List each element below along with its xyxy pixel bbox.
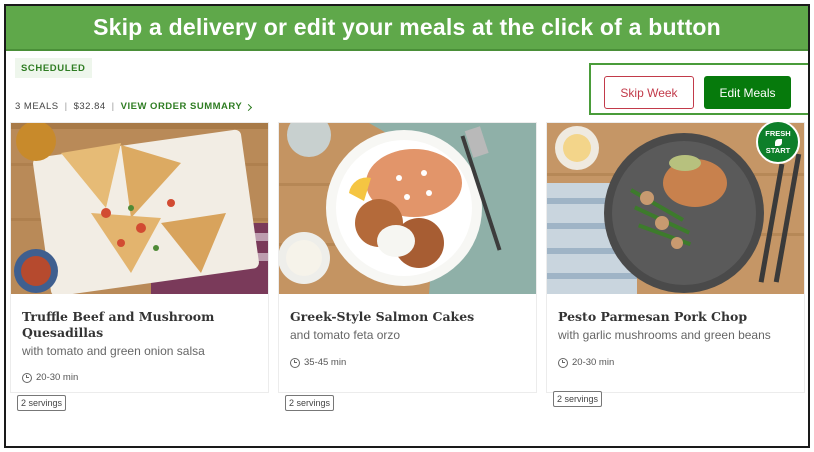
meal-title: Truffle Beef and Mushroom Quesadillas <box>22 309 215 340</box>
view-order-summary-label: VIEW ORDER SUMMARY <box>120 101 243 112</box>
prep-time-value: 20-30 min <box>36 372 79 383</box>
badge-line-2: START <box>765 145 791 155</box>
clock-icon <box>22 372 32 383</box>
order-summary-line: 3 MEALS | $32.84 | VIEW ORDER SUMMARY <box>15 101 253 112</box>
caption-banner: Skip a delivery or edit your meals at th… <box>6 6 808 51</box>
servings-badge: 2 servings <box>17 395 67 411</box>
order-status-badge: SCHEDULED <box>15 58 92 78</box>
meal-title: Greek-Style Salmon Cakes <box>290 309 475 324</box>
meal-card[interactable]: Pesto Parmesan Pork Chop with garlic mus… <box>547 123 804 392</box>
meal-subtitle: with tomato and green onion salsa <box>22 344 205 358</box>
separator: | <box>64 101 68 112</box>
meal-title: Pesto Parmesan Pork Chop <box>558 309 748 324</box>
meal-card[interactable]: Greek-Style Salmon Cakes and tomato feta… <box>279 123 536 392</box>
prep-time-value: 35-45 min <box>304 357 347 368</box>
edit-meals-button[interactable]: Edit Meals <box>704 76 791 109</box>
leaf-icon <box>774 138 782 146</box>
meal-photo <box>11 123 268 294</box>
clock-icon <box>558 357 568 368</box>
servings-badge: 2 servings <box>553 391 603 407</box>
order-total: $32.84 <box>73 101 106 112</box>
fresh-start-badge: FRESH START <box>756 120 800 164</box>
badge-line-1: FRESH <box>765 128 791 138</box>
skip-week-button[interactable]: Skip Week <box>604 76 694 109</box>
meal-subtitle: and tomato feta orzo <box>290 328 401 342</box>
clock-icon <box>290 357 300 368</box>
chevron-right-icon <box>245 103 253 111</box>
prep-time: 20-30 min <box>558 357 614 368</box>
screenshot-frame: Skip a delivery or edit your meals at th… <box>4 4 810 448</box>
prep-time-value: 20-30 min <box>572 357 615 368</box>
view-order-summary-link[interactable]: VIEW ORDER SUMMARY <box>120 101 253 112</box>
meal-count: 3 MEALS <box>15 101 59 112</box>
meal-subtitle: with garlic mushrooms and green beans <box>558 328 771 342</box>
servings-badge: 2 servings <box>285 395 335 411</box>
banner-text: Skip a delivery or edit your meals at th… <box>93 14 721 40</box>
meal-card[interactable]: Truffle Beef and Mushroom Quesadillas wi… <box>11 123 268 392</box>
prep-time: 20-30 min <box>22 372 78 383</box>
separator: | <box>111 101 115 112</box>
prep-time: 35-45 min <box>290 357 346 368</box>
meal-photo <box>279 123 536 294</box>
